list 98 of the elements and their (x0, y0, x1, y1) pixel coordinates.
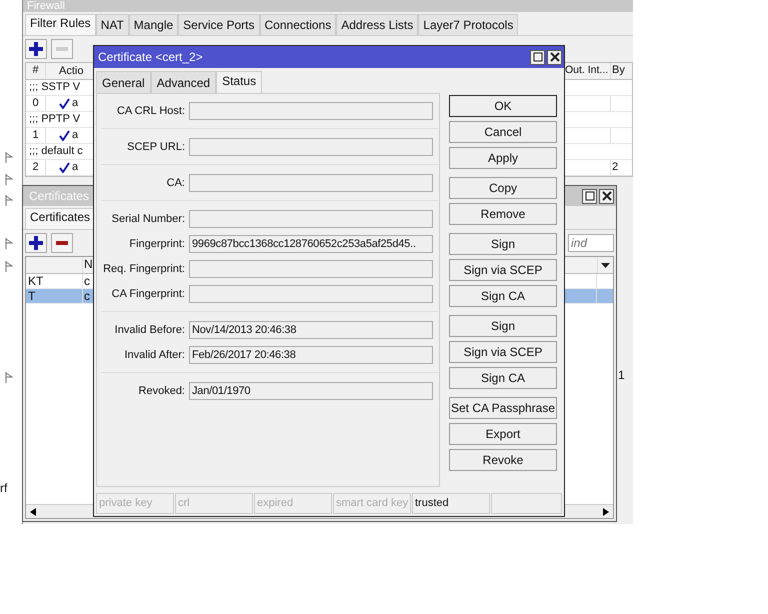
dialog-button[interactable]: Sign via SCEP (449, 259, 557, 281)
table-cell: a (72, 160, 78, 175)
field-label: Invalid After: (123, 348, 185, 362)
tab[interactable]: Advanced (150, 71, 216, 93)
status-flag: expired (254, 493, 332, 514)
field-label: Fingerprint: (128, 237, 185, 251)
table-cell: 2 (612, 161, 618, 173)
remove-button[interactable] (51, 233, 73, 253)
value-field[interactable] (189, 260, 433, 278)
dialog-button[interactable]: Sign (449, 233, 557, 255)
status-flag: trusted (412, 493, 490, 514)
field-label: CA CRL Host: (116, 104, 185, 118)
value-field[interactable] (189, 210, 433, 228)
minus-icon (56, 241, 68, 245)
status-cell (491, 493, 562, 514)
window-title: Certificate <cert_2> (98, 50, 203, 64)
comment-text: ;;; default c (28, 144, 83, 159)
dialog-button[interactable]: Copy (449, 177, 557, 199)
field-label: Revoked: (138, 384, 185, 398)
dialog-button[interactable]: Sign (449, 315, 557, 337)
flag-icon (5, 152, 13, 163)
column-header[interactable]: Out. Int... (565, 64, 608, 76)
maximize-button[interactable] (582, 188, 597, 204)
close-button[interactable] (547, 50, 562, 64)
dialog-button[interactable]: Sign CA (449, 285, 557, 307)
find-field[interactable]: ind (568, 234, 614, 252)
caret-icon (601, 262, 610, 268)
value-field[interactable] (189, 174, 433, 192)
minus-icon (56, 47, 68, 51)
table-cell: a (72, 96, 78, 111)
comment-text: ;;; SSTP V (28, 80, 80, 95)
plus-icon (29, 236, 43, 250)
dialog-button[interactable]: Sign CA (449, 367, 557, 389)
value-field[interactable]: Feb/26/2017 20:46:38 (189, 346, 433, 364)
tab[interactable]: NAT (96, 14, 129, 35)
field-label: Req. Fingerprint: (102, 262, 185, 276)
flag-icon (5, 372, 13, 383)
table-cell: 1 (618, 368, 625, 382)
table-cell: c (84, 289, 90, 303)
tab[interactable]: General (96, 71, 151, 93)
dialog-button[interactable]: Cancel (449, 121, 557, 143)
tab[interactable]: Connections (260, 14, 336, 35)
table-cell[interactable]: KT (26, 274, 83, 288)
tab[interactable]: Address Lists (336, 14, 418, 35)
check-icon (59, 162, 70, 173)
add-button[interactable] (25, 39, 47, 59)
check-icon (59, 130, 70, 141)
value-field[interactable] (189, 102, 433, 120)
table-cell: a (72, 128, 78, 143)
left-arrow-icon (30, 508, 36, 516)
row-text: rf (0, 481, 8, 495)
tab[interactable]: Status (216, 71, 262, 93)
table-cell: 0 (26, 96, 46, 111)
column-header[interactable]: N (84, 257, 93, 271)
flag-icon (5, 238, 13, 249)
dialog-button[interactable]: Revoke (449, 449, 557, 471)
dialog-button[interactable]: Apply (449, 147, 557, 169)
check-icon (59, 98, 70, 109)
flag-icon (5, 261, 13, 272)
status-flag: crl (175, 493, 253, 514)
close-button[interactable] (599, 188, 614, 204)
value-field[interactable] (189, 285, 433, 303)
dialog-button[interactable]: Sign via SCEP (449, 341, 557, 363)
tab[interactable]: Mangle (128, 14, 178, 35)
column-header[interactable]: # (26, 63, 46, 79)
dialog-button[interactable]: Export (449, 423, 557, 445)
field-label: CA: (166, 176, 185, 190)
column-header[interactable]: By (612, 64, 625, 76)
table-cell: 1 (26, 128, 46, 143)
add-button[interactable] (25, 233, 47, 253)
plus-icon (29, 42, 43, 56)
table-cell[interactable]: T (26, 289, 83, 303)
table-cell: c (84, 274, 90, 288)
value-field[interactable]: Jan/01/1970 (189, 382, 433, 400)
field-label: Serial Number: (110, 212, 185, 226)
table-cell: 2 (26, 160, 46, 175)
field-label: SCEP URL: (126, 140, 185, 154)
status-flag: private key (96, 493, 174, 514)
column-menu-button[interactable] (597, 257, 613, 273)
flag-icon (5, 174, 13, 185)
value-field[interactable] (189, 138, 433, 156)
tab[interactable]: Layer7 Protocols (418, 14, 518, 35)
column-header[interactable]: Actio (59, 64, 84, 78)
right-arrow-icon (603, 508, 609, 516)
dialog-button[interactable]: Set CA Passphrase (449, 397, 557, 419)
status-flag: smart card key (333, 493, 411, 514)
field-label: Invalid Before: (114, 323, 185, 337)
tab[interactable]: Service Ports (178, 14, 260, 35)
dialog-button[interactable]: Remove (449, 203, 557, 225)
field-label: CA Fingerprint: (110, 287, 185, 301)
maximize-button[interactable] (530, 50, 545, 64)
tab[interactable]: Certificates (25, 208, 96, 229)
value-field[interactable]: 9969c87bcc1368cc128760652c253a5af25d45.. (189, 235, 433, 253)
value-field[interactable]: Nov/14/2013 20:46:38 (189, 321, 433, 339)
dialog-button[interactable]: OK (449, 95, 557, 117)
flag-icon (5, 195, 13, 206)
comment-text: ;;; PPTP V (28, 112, 80, 127)
tab[interactable]: Filter Rules (25, 14, 96, 35)
